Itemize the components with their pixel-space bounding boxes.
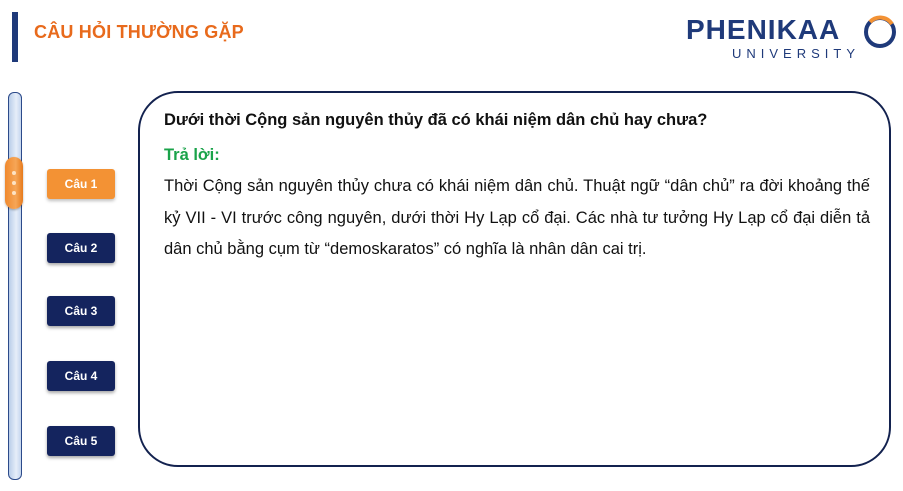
page-title: CÂU HỎI THƯỜNG GẶP — [34, 22, 244, 42]
logo-subtitle: UNIVERSITY — [732, 46, 861, 61]
question-5-button[interactable]: Câu 5 — [47, 426, 115, 456]
phenikaa-logo: PHENIKAA UNIVERSITY — [686, 10, 898, 61]
grip-dot-icon — [12, 181, 16, 185]
scrollbar-track[interactable] — [8, 92, 22, 480]
answer-card — [138, 91, 891, 467]
logo-ring-icon — [864, 15, 896, 48]
answer-text: Thời Cộng sản nguyên thủy chưa có khái n… — [164, 177, 870, 258]
question-text: Dưới thời Cộng sản nguyên thủy đã có khá… — [164, 111, 708, 129]
grip-dot-icon — [12, 191, 16, 195]
answer-label: Trả lời: — [164, 146, 220, 164]
question-2-button[interactable]: Câu 2 — [47, 233, 115, 263]
question-1-button[interactable]: Câu 1 — [47, 169, 115, 199]
scrollbar-thumb[interactable] — [5, 157, 23, 209]
question-3-button[interactable]: Câu 3 — [47, 296, 115, 326]
logo-wordmark: PHENIKAA — [686, 14, 841, 45]
title-accent-bar — [12, 12, 18, 62]
question-4-button[interactable]: Câu 4 — [47, 361, 115, 391]
grip-dot-icon — [12, 171, 16, 175]
